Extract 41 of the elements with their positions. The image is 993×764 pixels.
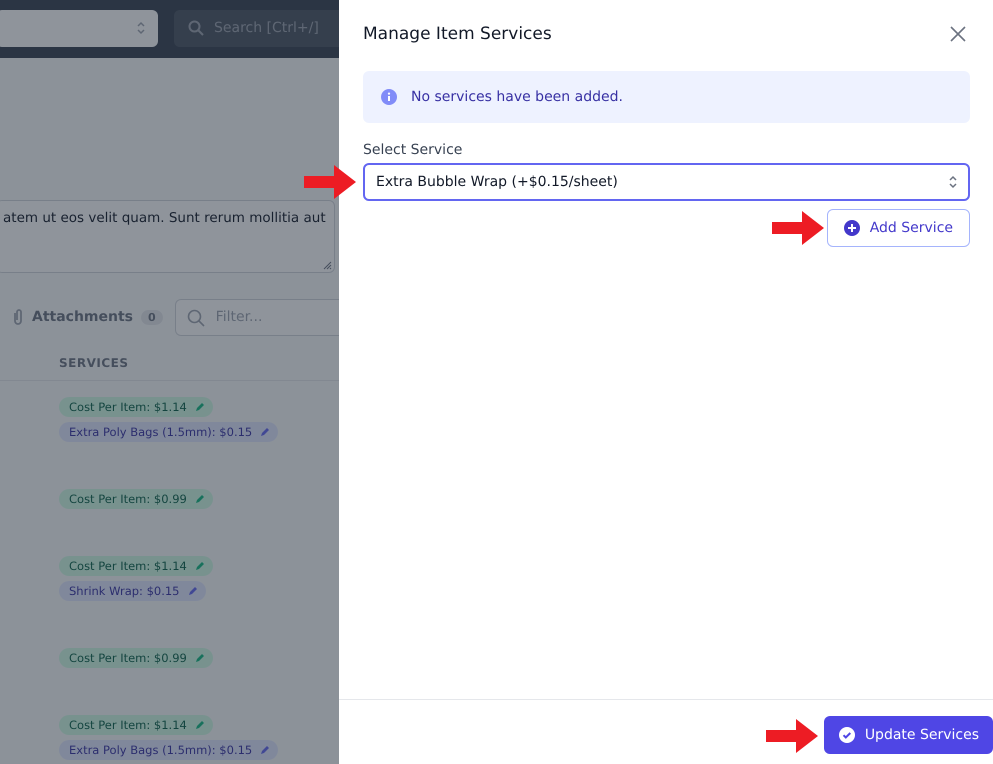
notes-textarea[interactable]: atem ut eos velit quam. Sunt rerum mollitia aut (0, 200, 335, 273)
info-icon (381, 89, 397, 105)
resize-grip-icon (322, 260, 332, 270)
column-header: SERVICES (59, 356, 128, 370)
count-badge: 0 (141, 310, 163, 324)
service-tag: Extra Poly Bags (1.5mm): $0.15 (59, 740, 278, 760)
service-tag: Shrink Wrap: $0.15 (59, 581, 206, 601)
annotation-arrow (766, 719, 818, 753)
annotation-arrow (772, 211, 824, 245)
add-service-button[interactable]: Add Service (826, 209, 970, 247)
field-label: Select Service (363, 142, 464, 158)
service-tag: Cost Per Item: $0.99 (59, 489, 213, 509)
check-circle-icon (838, 727, 855, 743)
annotation-arrow (304, 165, 356, 199)
select-field[interactable] (0, 10, 158, 46)
close-icon[interactable] (950, 26, 966, 42)
pencil-icon[interactable] (260, 745, 270, 755)
panel-title: Manage Item Services (363, 24, 552, 44)
service-tag: Cost Per Item: $1.14 (59, 397, 213, 417)
paperclip-icon (12, 308, 24, 326)
pencil-icon[interactable] (194, 561, 205, 571)
service-tag: Cost Per Item: $1.14 (59, 715, 213, 735)
pencil-icon[interactable] (194, 653, 205, 663)
chevron-updown-icon (948, 174, 958, 190)
notes-text: atem ut eos velit quam. Sunt rerum mollitia aut (3, 210, 326, 226)
search-icon (186, 308, 205, 326)
pencil-icon[interactable] (188, 586, 198, 596)
chevron-updown-icon (136, 20, 146, 36)
search-icon (188, 20, 204, 36)
pencil-icon[interactable] (194, 494, 205, 504)
update-services-button[interactable]: Update Services (824, 716, 993, 754)
service-tag: Cost Per Item: $1.14 (59, 556, 213, 576)
pencil-icon[interactable] (194, 720, 205, 730)
service-tag: Extra Poly Bags (1.5mm): $0.15 (59, 422, 278, 442)
tab-label: Attachments (32, 309, 134, 325)
plus-circle-icon (844, 220, 860, 236)
pencil-icon[interactable] (260, 427, 270, 437)
pencil-icon[interactable] (194, 402, 205, 412)
alert-text: No services have been added. (411, 89, 623, 105)
service-tag: Cost Per Item: $0.99 (59, 648, 213, 668)
service-select[interactable]: Extra Bubble Wrap (+$0.15/sheet) (363, 163, 970, 201)
